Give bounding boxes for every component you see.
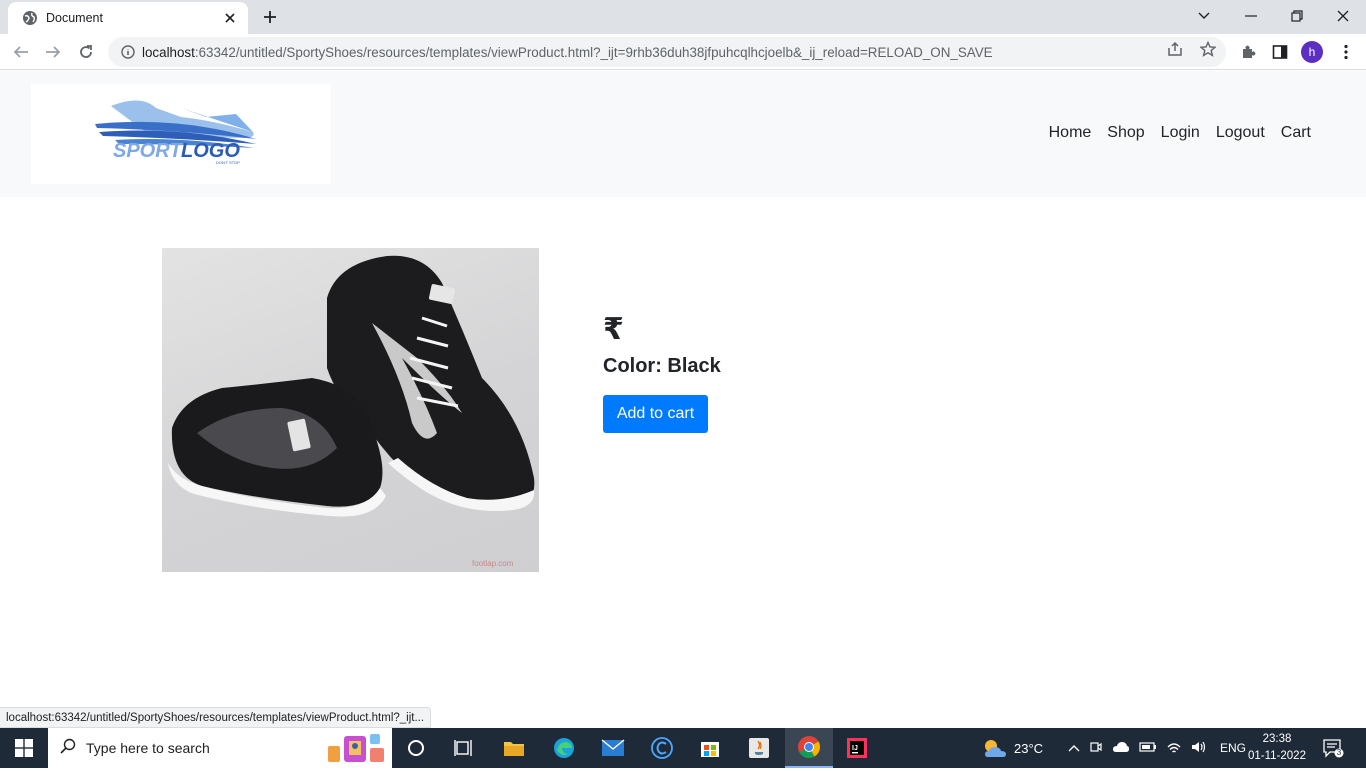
taskbar-search-box[interactable]: Type here to search	[48, 728, 392, 768]
task-view-icon[interactable]	[440, 728, 488, 768]
site-header: SPORT LOGO DON'T STOP Home Shop Login Lo…	[0, 71, 1366, 197]
search-icon	[60, 738, 76, 759]
input-language[interactable]: ENG	[1220, 741, 1246, 755]
browser-toolbar: localhost:63342/untitled/SportyShoes/res…	[0, 34, 1366, 70]
nav-logout-link[interactable]: Logout	[1216, 124, 1265, 142]
chrome-taskbar-icon[interactable]	[785, 728, 833, 768]
cortana-icon[interactable]	[392, 728, 440, 768]
mail-icon[interactable]	[589, 728, 637, 768]
battery-icon[interactable]	[1139, 741, 1157, 756]
meet-now-icon[interactable]	[1089, 740, 1103, 757]
weather-widget[interactable]: 23°C	[982, 728, 1043, 768]
nav-cart-link[interactable]: Cart	[1281, 124, 1311, 142]
side-panel-icon[interactable]	[1270, 42, 1290, 62]
minimize-icon[interactable]	[1228, 0, 1274, 32]
svg-text:SPORT: SPORT	[113, 140, 183, 162]
browser-tab[interactable]: Document	[8, 2, 248, 34]
edge-browser-icon[interactable]	[540, 728, 588, 768]
restore-icon[interactable]	[1274, 0, 1320, 32]
volume-icon[interactable]	[1191, 740, 1207, 757]
globe-icon	[22, 10, 38, 26]
address-url: localhost:63342/untitled/SportyShoes/res…	[142, 44, 993, 60]
site-nav: Home Shop Login Logout Cart	[1049, 124, 1311, 142]
add-to-cart-button[interactable]: Add to cart	[603, 395, 708, 433]
share-icon[interactable]	[1166, 40, 1184, 58]
show-hidden-icons-chevron-icon[interactable]	[1068, 741, 1080, 755]
web-page: SPORT LOGO DON'T STOP Home Shop Login Lo…	[0, 71, 1366, 728]
windows-start-icon[interactable]	[0, 728, 48, 768]
watermark-text: footlap.com	[472, 559, 514, 568]
tab-search-chevron-icon[interactable]	[1181, 0, 1227, 32]
extensions-puzzle-icon[interactable]	[1238, 42, 1258, 62]
product-image: footlap.com	[162, 248, 539, 572]
browser-tab-strip: Document	[0, 0, 1366, 34]
nav-login-link[interactable]: Login	[1161, 124, 1200, 142]
weather-temperature: 23°C	[1014, 740, 1044, 756]
notification-center-icon[interactable]: 3	[1322, 728, 1344, 768]
back-arrow-icon[interactable]	[7, 38, 35, 66]
bookmark-star-icon[interactable]	[1199, 40, 1217, 58]
file-explorer-icon[interactable]	[490, 728, 538, 768]
svg-text:DON'T STOP: DON'T STOP	[216, 160, 240, 165]
product-price: ₹	[603, 312, 624, 347]
link-status-bar: localhost:63342/untitled/SportyShoes/res…	[0, 707, 432, 728]
clock-date: 01-11-2022	[1248, 750, 1306, 762]
reload-icon[interactable]	[72, 38, 100, 66]
forward-arrow-icon[interactable]	[39, 38, 67, 66]
window-close-icon[interactable]	[1320, 0, 1366, 32]
c-app-icon[interactable]	[638, 728, 686, 768]
search-placeholder: Type here to search	[86, 740, 210, 756]
site-info-icon[interactable]	[120, 44, 136, 60]
wifi-icon[interactable]	[1166, 740, 1182, 757]
svg-text:IJ: IJ	[852, 745, 858, 752]
microsoft-store-icon[interactable]	[686, 728, 734, 768]
system-tray: ENG	[1068, 728, 1246, 768]
nav-home-link[interactable]: Home	[1049, 124, 1092, 142]
search-highlight-illustration-icon	[322, 730, 388, 771]
tab-title: Document	[46, 11, 103, 25]
weather-partly-cloudy-icon	[985, 740, 1006, 757]
tab-close-icon[interactable]	[222, 10, 238, 26]
profile-avatar[interactable]: h	[1301, 41, 1323, 63]
new-tab-plus-icon[interactable]	[258, 6, 282, 28]
java-app-icon[interactable]	[735, 728, 783, 768]
windows-taskbar: Type here to search IJ 23°C ENG 23:38 01…	[0, 728, 1366, 768]
taskbar-clock[interactable]: 23:38 01-11-2022	[1246, 731, 1308, 765]
clock-time: 23:38	[1262, 733, 1292, 745]
onedrive-cloud-icon[interactable]	[1112, 741, 1130, 756]
nav-shop-link[interactable]: Shop	[1107, 124, 1144, 142]
product-color: Color: Black	[603, 355, 721, 377]
address-bar[interactable]: localhost:63342/untitled/SportyShoes/res…	[108, 37, 1226, 67]
sportlogo-logo[interactable]: SPORT LOGO DON'T STOP	[31, 84, 331, 184]
intellij-idea-icon[interactable]: IJ	[833, 728, 881, 768]
svg-text:LOGO: LOGO	[181, 140, 240, 162]
notification-count: 3	[1336, 748, 1342, 757]
chrome-menu-icon[interactable]	[1336, 42, 1356, 62]
